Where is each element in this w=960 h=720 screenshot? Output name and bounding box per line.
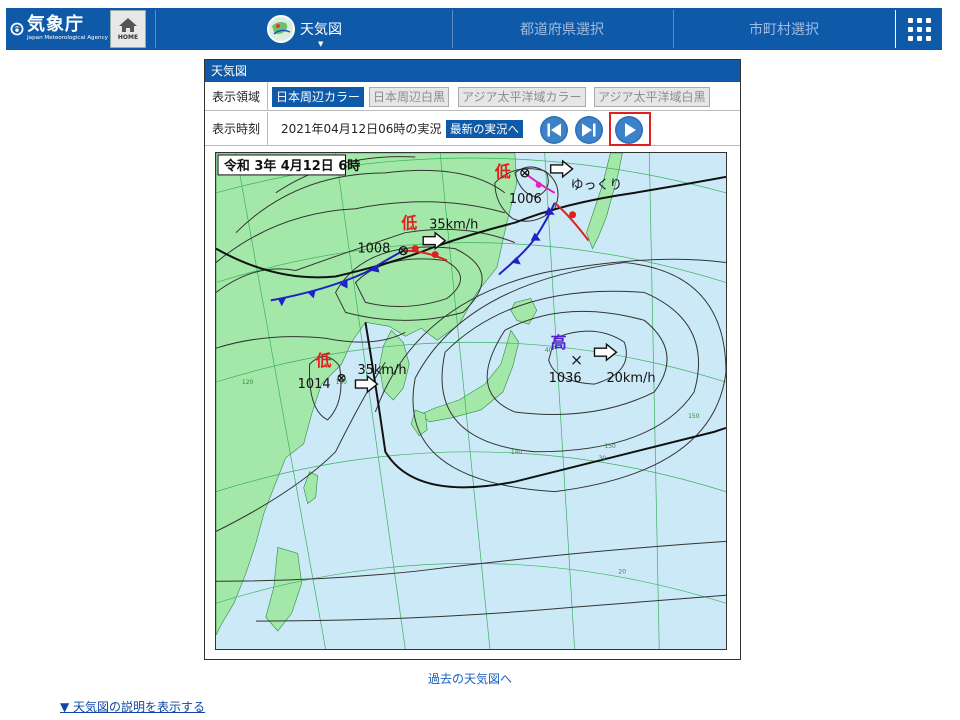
nav-city-select[interactable]: 市町村選択: [673, 8, 895, 50]
slow-label: ゆっくり: [571, 178, 623, 193]
show-explanation-link[interactable]: ▼ 天気図の説明を表示する: [60, 698, 205, 715]
display-area-label: 表示領域: [205, 82, 268, 110]
nav-prefecture-select[interactable]: 都道府県選択: [452, 8, 672, 50]
nav-prefecture-label: 都道府県選択: [520, 22, 604, 38]
grid-label: 120: [242, 379, 254, 386]
pressure-value: 1036: [549, 371, 582, 386]
grid-dot-icon: [925, 17, 931, 23]
grid-dot-icon: [907, 17, 913, 23]
low-pressure-label: 低: [494, 162, 511, 181]
grid-label: 150: [604, 443, 616, 450]
jma-emblem-icon: [10, 22, 24, 36]
site-header: 気象庁 Japan Meteorological Agency HOME 天気図…: [0, 0, 960, 54]
area-asia-color-button[interactable]: アジア太平洋域カラー: [458, 87, 586, 107]
speed-label: 35km/h: [429, 218, 478, 233]
nav-city-label: 市町村選択: [749, 22, 819, 38]
grid-dot-icon: [907, 35, 913, 41]
nav-weather-map-label: 天気図: [300, 22, 342, 38]
grid-label: 150: [688, 413, 700, 420]
display-area-row: 表示領域 日本周辺カラー 日本周辺白黒 アジア太平洋域カラー アジア太平洋域白黒: [205, 82, 740, 111]
pressure-value: 1014: [298, 377, 331, 392]
menu-grid-button[interactable]: [896, 8, 942, 50]
map-date-stamp: 令和 3年 4月12日 6時: [223, 158, 360, 174]
low-pressure-label: 低: [315, 351, 332, 370]
jma-logo[interactable]: 気象庁 Japan Meteorological Agency: [6, 8, 108, 50]
display-time-label: 表示時刻: [205, 112, 268, 145]
home-button[interactable]: HOME: [110, 10, 146, 48]
speed-label: 35km/h: [357, 363, 406, 378]
grid-dot-icon: [916, 35, 922, 41]
grid-label: 130: [336, 379, 348, 386]
pressure-value: 1008: [357, 242, 390, 257]
weather-map-panel: 天気図 表示領域 日本周辺カラー 日本周辺白黒 アジア太平洋域カラー アジア太平…: [204, 59, 741, 660]
speed-label: 20km/h: [606, 371, 655, 386]
display-time-value: 2021年04月12日06時の実況: [281, 122, 442, 136]
nav-weather-map[interactable]: 天気図: [156, 8, 452, 50]
grid-label: 140: [511, 449, 523, 456]
high-pressure-label: 高: [551, 333, 567, 352]
past-weather-map-link[interactable]: 過去の天気図へ: [400, 670, 540, 687]
area-japan-color-button[interactable]: 日本周辺カラー: [272, 87, 365, 107]
grid-label: 20: [618, 568, 626, 575]
grid-dot-icon: [916, 17, 922, 23]
grid-dot-icon: [916, 26, 922, 32]
area-japan-mono-button[interactable]: 日本周辺白黒: [369, 87, 450, 107]
pressure-value: 1006: [509, 192, 542, 207]
latest-observation-button[interactable]: 最新の実況へ: [446, 120, 523, 138]
grid-dot-icon: [907, 26, 913, 32]
highlight-box: [609, 112, 651, 146]
logo-subtitle: Japan Meteorological Agency: [27, 35, 108, 42]
logo-title: 気象庁: [27, 14, 85, 36]
skip-to-first-button[interactable]: [539, 115, 569, 145]
low-pressure-label: 低: [400, 214, 417, 233]
skip-to-last-button[interactable]: [574, 115, 604, 145]
display-time-row: 表示時刻 2021年04月12日06時の実況 最新の実況へ: [205, 112, 740, 146]
chevron-down-icon: ▼: [318, 40, 324, 48]
grid-dot-icon: [925, 35, 931, 41]
grid-label: 30: [598, 455, 606, 462]
grid-label: 40: [545, 347, 553, 354]
panel-title: 天気図: [205, 60, 740, 82]
grid-dot-icon: [925, 26, 931, 32]
weather-map-image[interactable]: 令和 3年 4月12日 6時 低 低 低 高 1006 1008 1014 10…: [215, 152, 727, 650]
home-label: HOME: [117, 34, 139, 41]
house-icon: [119, 18, 137, 32]
weather-map-icon: [267, 15, 295, 43]
area-asia-mono-button[interactable]: アジア太平洋域白黒: [594, 87, 710, 107]
